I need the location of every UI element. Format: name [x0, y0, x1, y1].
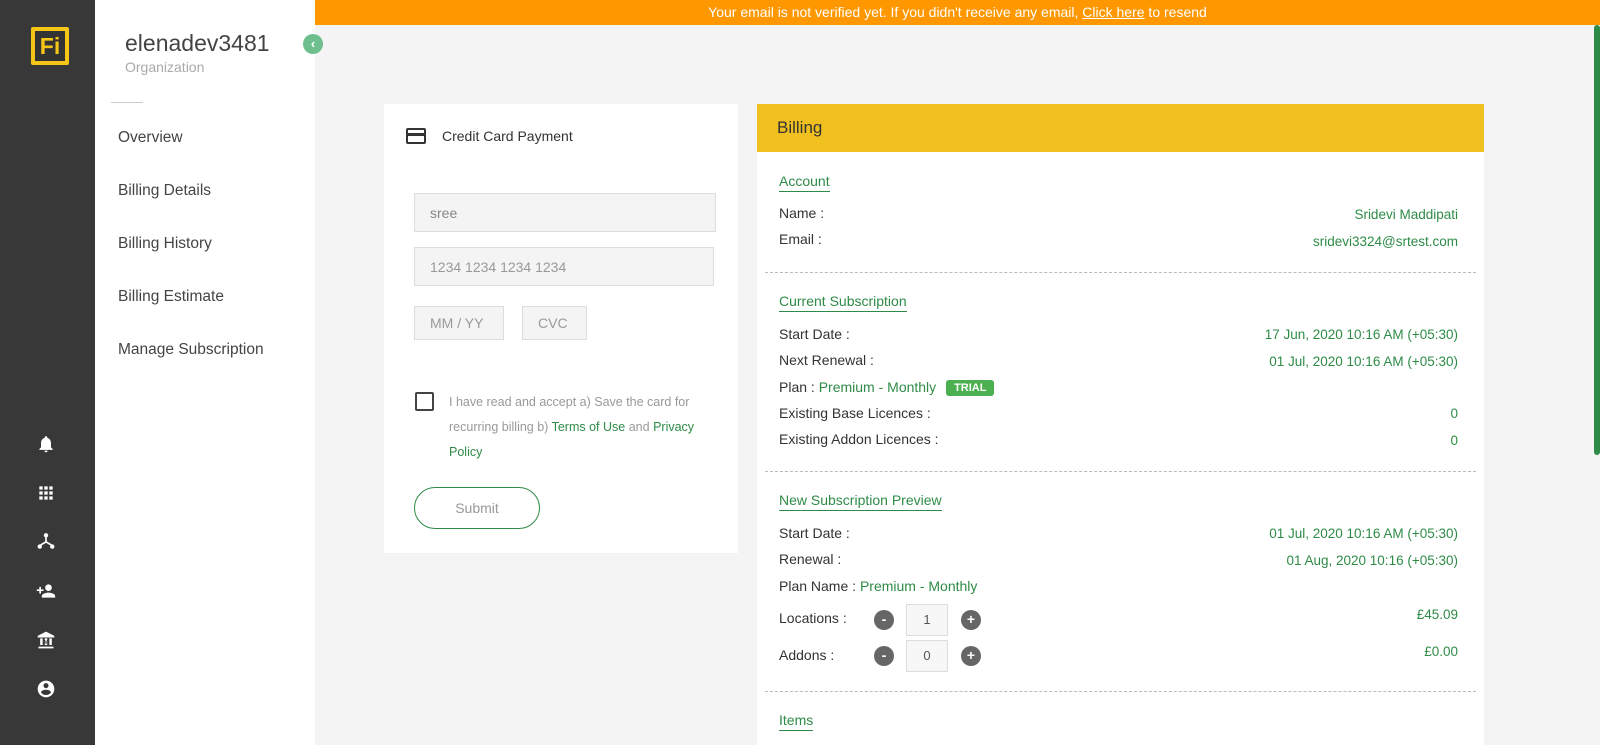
sidebar-item-manage-subscription[interactable]: Manage Subscription [118, 341, 264, 359]
section-divider [765, 691, 1476, 692]
billing-header: Billing [757, 104, 1484, 152]
cardholder-name-input[interactable]: sree [414, 193, 716, 232]
banner-text: Your email is not verified yet. If you d… [708, 4, 1083, 20]
accept-terms-checkbox[interactable] [415, 392, 434, 411]
submit-button[interactable]: Submit [414, 487, 540, 529]
account-section-title[interactable]: Account [779, 173, 830, 192]
section-divider [765, 272, 1476, 273]
app-logo[interactable]: Fi [31, 27, 69, 65]
sidebar-item-billing-history[interactable]: Billing History [118, 235, 212, 253]
account-name-label: Name : [779, 205, 825, 221]
base-licences-value: 0 [1450, 406, 1458, 421]
locations-decrement-button[interactable]: - [874, 610, 894, 630]
terms-text: I have read and accept a) Save the card … [449, 390, 699, 465]
bell-icon[interactable] [34, 432, 58, 456]
collapse-sidebar-button[interactable]: ‹ [303, 34, 323, 54]
org-name: elenadev3481 [125, 30, 270, 56]
app-logo-text: Fi [35, 31, 65, 61]
banner-text-end: to resend [1144, 4, 1207, 20]
current-renewal-value: 01 Jul, 2020 10:16 AM (+05:30) [1269, 354, 1458, 369]
current-renewal-label: Next Renewal : [779, 352, 874, 368]
credit-card-panel: Credit Card Payment sree 1234 1234 1234 … [384, 104, 738, 553]
account-name-value: Sridevi Maddipati [1354, 207, 1458, 222]
base-licences-label: Existing Base Licences : [779, 405, 931, 421]
preview-renewal-value: 01 Aug, 2020 10:16 (+05:30) [1286, 553, 1458, 568]
preview-start-label: Start Date : [779, 525, 850, 541]
current-plan-label: Plan : [779, 379, 815, 395]
page-scrollbar-thumb[interactable] [1594, 25, 1600, 455]
apps-grid-icon[interactable] [34, 481, 58, 505]
addons-decrement-button[interactable]: - [874, 646, 894, 666]
current-plan-value: Premium - Monthly [818, 379, 937, 395]
account-circle-icon[interactable] [34, 677, 58, 701]
preview-plan-value: Premium - Monthly [859, 578, 978, 594]
billing-panel: Billing Account Name : Sridevi Maddipati… [757, 104, 1484, 745]
org-type: Organization [125, 59, 205, 75]
trial-badge: TRIAL [946, 380, 995, 396]
icon-rail: Fi M [0, 0, 95, 745]
section-divider [765, 471, 1476, 472]
current-plan-row: Plan : Premium - Monthly TRIAL [779, 379, 995, 396]
current-start-value: 17 Jun, 2020 10:16 AM (+05:30) [1264, 327, 1458, 342]
credit-card-header: Credit Card Payment [406, 128, 573, 144]
card-cvc-input[interactable]: CVC [522, 306, 587, 340]
preview-plan-row: Plan Name : Premium - Monthly [779, 578, 977, 594]
sidebar-divider [111, 102, 143, 103]
addons-quantity-input[interactable]: 0 [906, 640, 948, 672]
current-subscription-title[interactable]: Current Subscription [779, 293, 907, 312]
network-icon[interactable] [34, 530, 58, 554]
addons-label: Addons : [779, 647, 835, 663]
locations-quantity-input[interactable]: 1 [906, 604, 948, 636]
credit-card-icon [406, 128, 426, 144]
addon-licences-label: Existing Addon Licences : [779, 431, 939, 447]
sidebar: elenadev3481 Organization ‹ Overview Bil… [95, 0, 323, 745]
sidebar-item-billing-estimate[interactable]: Billing Estimate [118, 288, 224, 306]
new-subscription-preview-title[interactable]: New Subscription Preview [779, 492, 942, 511]
addons-price: £0.00 [1424, 644, 1458, 659]
preview-plan-label: Plan Name : [779, 578, 857, 594]
billing-title: Billing [777, 118, 823, 137]
items-section-title[interactable]: Items [779, 712, 814, 731]
preview-start-value: 01 Jul, 2020 10:16 AM (+05:30) [1269, 526, 1458, 541]
current-start-label: Start Date : [779, 326, 850, 342]
resend-email-link[interactable]: Click here [1082, 4, 1144, 20]
account-email-label: Email : [779, 231, 822, 247]
card-number-input[interactable]: 1234 1234 1234 1234 [414, 247, 714, 286]
addon-licences-value: 0 [1450, 433, 1458, 448]
locations-label: Locations : [779, 610, 847, 626]
terms-and: and [625, 420, 654, 434]
terms-of-use-link[interactable]: Terms of Use [552, 420, 626, 434]
svg-text:M: M [44, 640, 49, 646]
sidebar-item-billing-details[interactable]: Billing Details [118, 182, 211, 200]
email-verification-banner: Your email is not verified yet. If you d… [315, 0, 1600, 25]
locations-price: £45.09 [1416, 607, 1458, 622]
card-expiry-input[interactable]: MM / YY [414, 306, 504, 340]
bank-icon[interactable]: M [34, 628, 58, 652]
addons-increment-button[interactable]: + [961, 646, 981, 666]
account-email-value: sridevi3324@srtest.com [1312, 234, 1458, 249]
credit-card-title: Credit Card Payment [442, 128, 573, 144]
preview-renewal-label: Renewal : [779, 551, 842, 567]
sidebar-item-overview[interactable]: Overview [118, 129, 183, 147]
add-user-icon[interactable] [34, 579, 58, 603]
locations-increment-button[interactable]: + [961, 610, 981, 630]
